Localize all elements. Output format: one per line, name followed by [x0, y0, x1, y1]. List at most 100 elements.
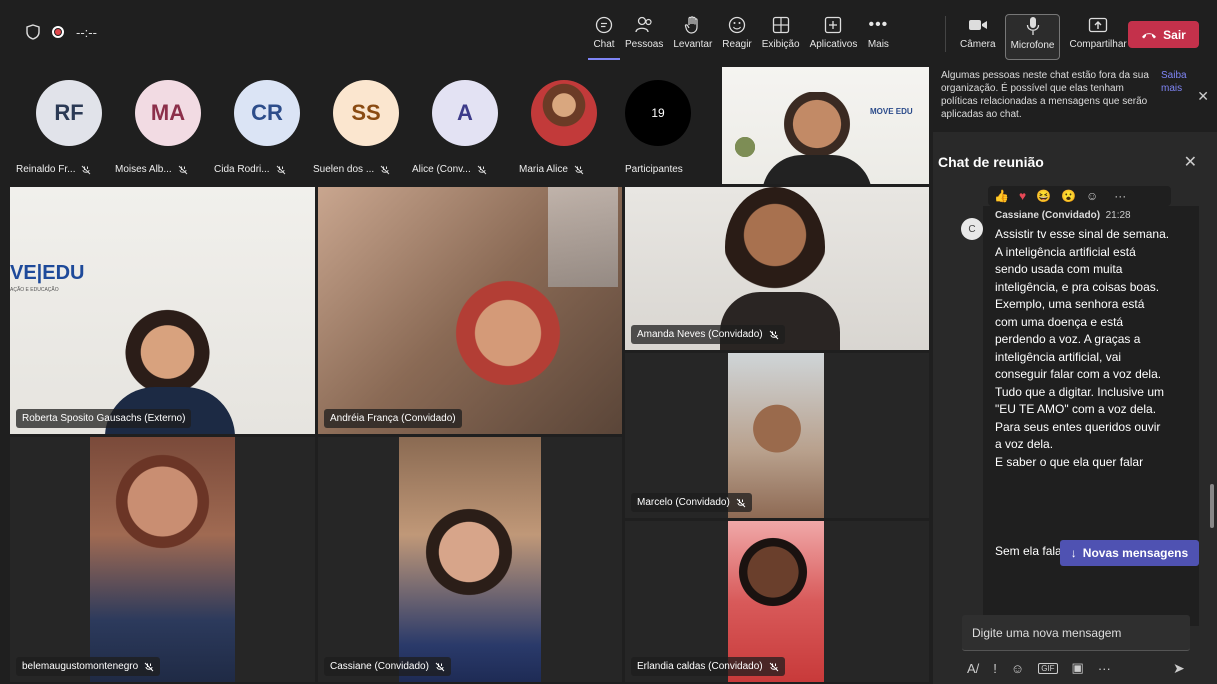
mic-muted-icon — [574, 165, 584, 174]
heart-reaction-icon[interactable]: ♥ — [1019, 189, 1026, 203]
close-icon[interactable]: ✕ — [1197, 89, 1209, 103]
video-tile[interactable]: Marcelo (Convidado) — [625, 353, 929, 518]
video-tile[interactable]: belemaugustomontenegro — [10, 437, 315, 682]
reaction-bar: 👍 ♥ 😆 😮 ☺ ··· — [988, 186, 1171, 206]
mic-icon — [1022, 15, 1044, 37]
participant-name: Suelen dos ... — [313, 164, 413, 175]
message-time: 21:28 — [1105, 210, 1131, 221]
react-button[interactable]: Reagir — [717, 14, 756, 60]
meeting-status: --:-- — [26, 24, 97, 40]
surprised-reaction-icon[interactable]: 😮 — [1061, 189, 1076, 203]
mic-muted-icon — [144, 662, 154, 671]
self-video-plant — [730, 127, 760, 167]
react-icon — [726, 14, 748, 36]
meeting-chat-panel: Algumas pessoas neste chat estão fora da… — [933, 64, 1217, 684]
avatar: CR — [234, 80, 300, 146]
mic-muted-icon — [380, 165, 390, 174]
toolbar-buttons: Chat Pessoas Levantar Reagir Exibição Ap… — [588, 14, 894, 60]
camera-button[interactable]: Câmera — [955, 14, 1001, 60]
meeting-toolbar: --:-- Chat Pessoas Levantar Reagir Exibi… — [0, 0, 1217, 64]
mic-muted-icon — [435, 662, 445, 671]
participant-face — [738, 536, 808, 616]
video-tile[interactable]: Erlandia caldas (Convidado) — [625, 521, 929, 682]
view-button[interactable]: Exibição — [757, 14, 805, 60]
video-tile[interactable]: VE|EDU AÇÃO E EDUCAÇÃO Roberta Sposito G… — [10, 187, 315, 434]
message-line: Exemplo, uma senhora está com uma doença… — [995, 297, 1164, 451]
self-video-shirt — [762, 155, 872, 184]
mic-muted-icon — [736, 498, 746, 507]
avatar: RF — [36, 80, 102, 146]
view-icon — [770, 14, 792, 36]
arrow-down-icon: ↓ — [1070, 546, 1077, 560]
format-icon[interactable]: A/ — [967, 661, 979, 676]
message-body: Assistir tv esse sinal de semana. A inte… — [995, 226, 1170, 471]
participant-face — [748, 398, 806, 466]
mic-muted-icon — [276, 165, 285, 174]
priority-icon[interactable]: ! — [993, 661, 997, 676]
tile-name-label: Marcelo (Convidado) — [631, 493, 752, 512]
participant-name: Alice (Conv... — [412, 164, 512, 175]
external-users-notice: Algumas pessoas neste chat estão fora da… — [933, 64, 1217, 132]
more-options-icon[interactable]: ··· — [1114, 189, 1126, 203]
video-tile[interactable]: Andréia França (Convidado) — [318, 187, 622, 434]
participant-card[interactable]: A Alice (Conv... — [412, 80, 512, 180]
microphone-button[interactable]: Microfone — [1004, 14, 1061, 60]
participant-name: Cida Rodri... — [214, 164, 314, 175]
participant-card[interactable]: CR Cida Rodri... — [214, 80, 314, 180]
close-icon[interactable]: ✕ — [1184, 152, 1197, 172]
send-icon[interactable]: ➤ — [1173, 660, 1185, 677]
participant-card[interactable]: SS Suelen dos ... — [313, 80, 413, 180]
avatar: C — [961, 218, 983, 240]
tile-logo: VE|EDU — [10, 262, 85, 284]
share-icon — [1087, 14, 1109, 36]
participant-video — [90, 437, 235, 682]
apps-icon — [822, 14, 844, 36]
add-reaction-icon[interactable]: ☺ — [1086, 189, 1098, 203]
apps-button[interactable]: Aplicativos — [805, 14, 863, 60]
tile-name-label: Erlandia caldas (Convidado) — [631, 657, 785, 676]
more-options-icon[interactable]: ··· — [1098, 661, 1111, 676]
participant-count: 19 — [625, 80, 691, 146]
tile-name-label: belemaugustomontenegro — [16, 657, 161, 676]
video-tile[interactable]: Amanda Neves (Convidado) — [625, 187, 929, 350]
emoji-icon[interactable]: ☺ — [1011, 661, 1024, 676]
chat-icon — [593, 14, 615, 36]
new-messages-button[interactable]: ↓ Novas mensagens — [1060, 540, 1199, 566]
avatar: MA — [135, 80, 201, 146]
sticker-icon[interactable]: ▣ — [1072, 660, 1084, 676]
mic-muted-icon — [82, 165, 91, 174]
participant-name: Reinaldo Fr... — [16, 164, 116, 175]
people-button[interactable]: Pessoas — [620, 14, 668, 60]
participant-card[interactable]: RF Reinaldo Fr... — [16, 80, 116, 180]
self-video-logo: MOVE EDU — [870, 107, 913, 116]
participant-video — [725, 187, 825, 307]
raise-hand-button[interactable]: Levantar — [668, 14, 717, 60]
share-button[interactable]: Compartilhar — [1064, 14, 1131, 60]
people-icon — [633, 14, 655, 36]
participant-card[interactable]: Maria Alice — [511, 80, 611, 180]
laugh-reaction-icon[interactable]: 😆 — [1036, 189, 1051, 203]
gif-icon[interactable]: GIF — [1038, 662, 1058, 674]
more-button[interactable]: ••• Mais — [862, 14, 894, 60]
participant-card[interactable]: MA Moises Alb... — [115, 80, 215, 180]
like-reaction-icon[interactable]: 👍 — [994, 189, 1009, 203]
message-compose-input[interactable]: Digite uma nova mensagem — [962, 615, 1190, 651]
tile-name-label: Andréia França (Convidado) — [324, 409, 462, 428]
camera-icon — [967, 14, 989, 36]
chat-scrollbar[interactable] — [1210, 484, 1214, 528]
avatar: A — [432, 80, 498, 146]
participant-video — [453, 267, 563, 387]
meeting-timer: --:-- — [76, 24, 97, 40]
learn-more-link[interactable]: Saiba mais — [1161, 69, 1191, 95]
avatar: SS — [333, 80, 399, 146]
participants-count-card[interactable]: 19 Participantes — [605, 80, 705, 180]
chat-button[interactable]: Chat — [588, 14, 620, 60]
wall-photos — [548, 187, 618, 287]
tile-logo-sub: AÇÃO E EDUCAÇÃO — [10, 287, 59, 293]
notice-text: Algumas pessoas neste chat estão fora da… — [941, 70, 1149, 120]
video-tile[interactable]: Cassiane (Convidado) — [318, 437, 622, 682]
message-author: Cassiane (Convidado) — [995, 210, 1101, 221]
self-video-preview[interactable]: MOVE EDU — [722, 67, 929, 184]
leave-button[interactable]: Sair — [1128, 21, 1199, 48]
message-line: A inteligência artificial está sendo usa… — [995, 244, 1160, 294]
